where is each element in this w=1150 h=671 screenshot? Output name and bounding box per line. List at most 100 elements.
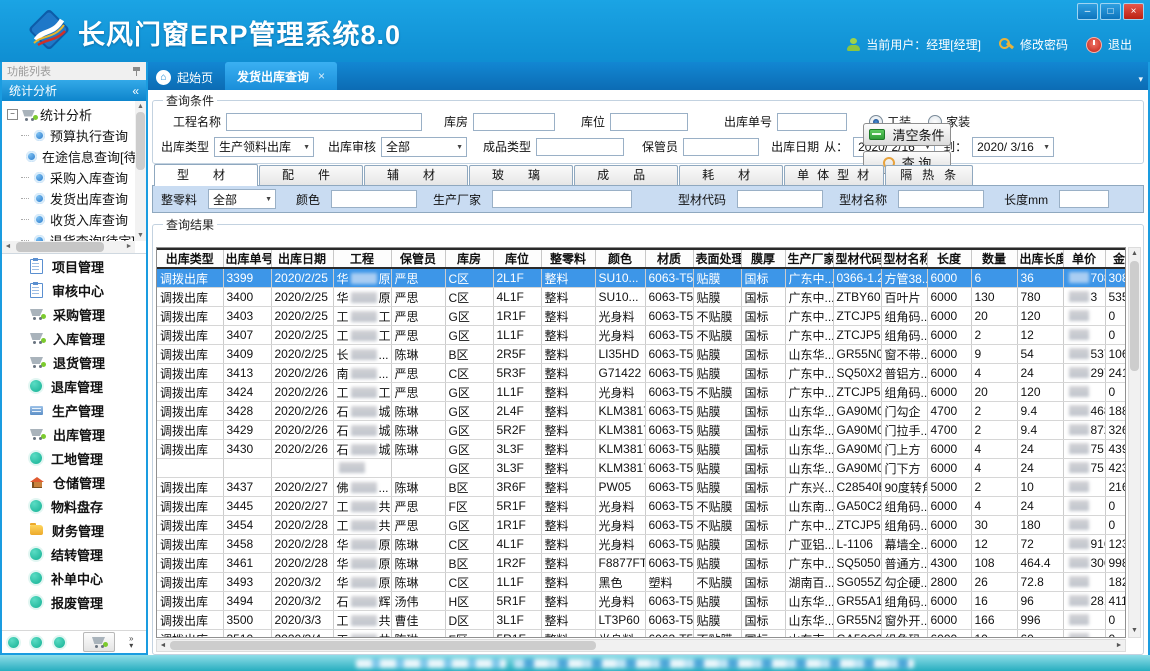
table-row[interactable]: 调拨出库34072020/2/25工工程严思G区1L1F整料光身料6063-T5…	[157, 326, 1126, 345]
audit-select[interactable]: 全部	[381, 137, 467, 157]
tree-horizontal-scrollbar[interactable]: ◄ ►	[2, 241, 135, 253]
accordion-item[interactable]: 补单中心	[2, 566, 146, 590]
table-row[interactable]: 调拨出库34132020/2/26南...严思C区5R3F整料G71422606…	[157, 364, 1126, 383]
column-header[interactable]: 库房	[445, 249, 493, 268]
table-row[interactable]: 调拨出库34282020/2/26石城陈琳G区2L4F整料KLM38176063…	[157, 402, 1126, 421]
accordion-item[interactable]: 生产管理	[2, 398, 146, 422]
material-tab[interactable]: 隔热条	[885, 165, 973, 185]
material-tab[interactable]: 单体型材	[784, 165, 884, 185]
table-row[interactable]: 调拨出库34092020/2/25长...陈琳B区2R5F整料LI35HD606…	[157, 345, 1126, 364]
accordion-item[interactable]: 仓储管理	[2, 470, 146, 494]
tree-root[interactable]: − 统计分析	[7, 104, 135, 125]
table-row[interactable]: 调拨出库34242020/2/26工工程严思G区1L1F整料光身料6063-T5…	[157, 383, 1126, 402]
tree-item[interactable]: 采购入库查询	[21, 167, 135, 188]
column-header[interactable]: 保管员	[391, 249, 445, 268]
module-dot-icon[interactable]	[31, 637, 42, 648]
keeper-input[interactable]	[683, 138, 759, 156]
accordion-item[interactable]: 项目管理	[2, 254, 146, 278]
accordion-item[interactable]: 入库管理	[2, 326, 146, 350]
table-row[interactable]: 调拨出库35002020/3/3工共工程曹佳D区3L1F整料LT3P606063…	[157, 611, 1126, 630]
material-tab[interactable]: 辅材	[364, 165, 468, 185]
table-row[interactable]: 调拨出库34002020/2/25华原...严思C区4L1F整料SU10...6…	[157, 288, 1126, 307]
table-row[interactable]: 调拨出库35102020/3/4工共工程陈琳F区5R1F整料光身料6063-T5…	[157, 630, 1126, 639]
scroll-thumb[interactable]	[136, 112, 145, 170]
module-dot-icon[interactable]	[54, 637, 65, 648]
column-header[interactable]: 生产厂家	[785, 249, 833, 268]
tree-item[interactable]: 退货查询[待定]	[21, 230, 135, 241]
material-tab[interactable]: 型材	[154, 164, 258, 186]
column-header[interactable]: 颜色	[595, 249, 645, 268]
accordion-item[interactable]: 工地管理	[2, 446, 146, 470]
module-dot-icon[interactable]	[8, 637, 19, 648]
accordion-item[interactable]: 出库管理	[2, 422, 146, 446]
location-input[interactable]	[610, 113, 688, 131]
table-row[interactable]: 调拨出库34302020/2/26石城陈琳G区3L3F整料KLM38176063…	[157, 440, 1126, 459]
scroll-up-icon[interactable]: ▲	[135, 101, 146, 112]
tab-home[interactable]: ⌂ 起始页	[148, 64, 225, 90]
column-header[interactable]: 工程	[333, 249, 391, 268]
column-header[interactable]: 长度	[927, 249, 971, 268]
column-header[interactable]: 整零料	[541, 249, 595, 268]
scroll-left-icon[interactable]: ◄	[2, 241, 14, 253]
tree-vertical-scrollbar[interactable]: ▲ ▼	[135, 101, 146, 241]
accordion-item[interactable]: 结转管理	[2, 542, 146, 566]
table-vertical-scrollbar[interactable]: ▲ ▼	[1128, 247, 1141, 638]
table-row[interactable]: 调拨出库34582020/2/28华原...陈琳C区4L1F整料光身料6063-…	[157, 535, 1126, 554]
table-row[interactable]: 调拨出库34612020/2/28华原...陈琳B区1R2F整料F8877FT6…	[157, 554, 1126, 573]
accordion-item[interactable]: 审核中心	[2, 278, 146, 302]
scroll-up-icon[interactable]: ▲	[1129, 248, 1140, 260]
table-row[interactable]: 调拨出库33992020/2/25华原...严思C区2L1F整料SU10...6…	[157, 268, 1126, 288]
more-modules-button[interactable]: » ▾	[129, 635, 133, 649]
scroll-left-icon[interactable]: ◄	[157, 640, 169, 651]
table-row[interactable]: 调拨出库34942020/3/2石辉城汤伟H区5R1F整料光身料6063-T5贴…	[157, 592, 1126, 611]
material-tab[interactable]: 配件	[259, 165, 363, 185]
logout-button[interactable]: 退出	[1086, 36, 1132, 53]
product-type-input[interactable]	[536, 138, 624, 156]
zhengling-select[interactable]: 全部	[208, 189, 276, 209]
column-header[interactable]: 表面处理	[693, 249, 741, 268]
column-header[interactable]: 单价	[1063, 249, 1105, 268]
out-type-select[interactable]: 生产领料出库	[214, 137, 314, 157]
accordion-item[interactable]: 退货管理	[2, 350, 146, 374]
column-header[interactable]: 出库日期	[271, 249, 333, 268]
collapse-icon[interactable]: «	[132, 84, 139, 98]
table-row[interactable]: 调拨出库34292020/2/26石城陈琳G区5R2F整料KLM38176063…	[157, 421, 1126, 440]
table-row[interactable]: 调拨出库34372020/2/27佛...陈琳B区3R6F整料PW056063-…	[157, 478, 1126, 497]
table-row[interactable]: G区3L3F整料KLM38176063-T5贴膜国标山东华...GA90M09.…	[157, 459, 1126, 478]
accordion-item[interactable]: 退库管理	[2, 374, 146, 398]
scroll-down-icon[interactable]: ▼	[135, 230, 146, 241]
scroll-thumb[interactable]	[1130, 261, 1139, 371]
table-row[interactable]: 调拨出库34452020/2/27工共工程严思F区5R1F整料光身料6063-T…	[157, 497, 1126, 516]
date-to-select[interactable]: 2020/ 3/16	[972, 137, 1054, 157]
column-header[interactable]: 材质	[645, 249, 693, 268]
column-header[interactable]: 出库单号	[223, 249, 271, 268]
change-password-button[interactable]: 修改密码	[999, 36, 1068, 53]
table-horizontal-scrollbar[interactable]: ◄ ►	[156, 639, 1126, 652]
scroll-thumb[interactable]	[170, 641, 596, 650]
tree-item[interactable]: 收货入库查询	[21, 209, 135, 230]
accordion-item[interactable]: 报废管理	[2, 590, 146, 614]
pin-icon[interactable]	[132, 66, 141, 77]
column-header[interactable]: 出库类型	[157, 249, 223, 268]
profile-name-input[interactable]	[898, 190, 984, 208]
material-tab[interactable]: 玻璃	[469, 165, 573, 185]
tree-item[interactable]: 预算执行查询	[21, 125, 135, 146]
project-name-input[interactable]	[226, 113, 422, 131]
tab-close-icon[interactable]: ×	[318, 69, 325, 83]
close-button[interactable]: ×	[1123, 3, 1144, 20]
tree-item[interactable]: 发货出库查询	[21, 188, 135, 209]
column-header[interactable]: 数量	[971, 249, 1017, 268]
maximize-button[interactable]: □	[1100, 3, 1121, 20]
scroll-thumb[interactable]	[16, 242, 104, 252]
scroll-right-icon[interactable]: ►	[123, 241, 135, 253]
length-input[interactable]	[1059, 190, 1109, 208]
tree-expand-icon[interactable]: −	[7, 109, 18, 120]
table-row[interactable]: 调拨出库34542020/2/28工共工程严思G区1R1F整料光身料6063-T…	[157, 516, 1126, 535]
column-header[interactable]: 金额	[1105, 249, 1126, 268]
order-no-input[interactable]	[777, 113, 847, 131]
tab-overflow-caret-icon[interactable]: ▾	[1138, 74, 1143, 85]
column-header[interactable]: 出库长度	[1017, 249, 1063, 268]
minimize-button[interactable]: –	[1077, 3, 1098, 20]
material-tab[interactable]: 成品	[574, 165, 678, 185]
sidebar-group-header[interactable]: 统计分析 «	[2, 80, 146, 101]
